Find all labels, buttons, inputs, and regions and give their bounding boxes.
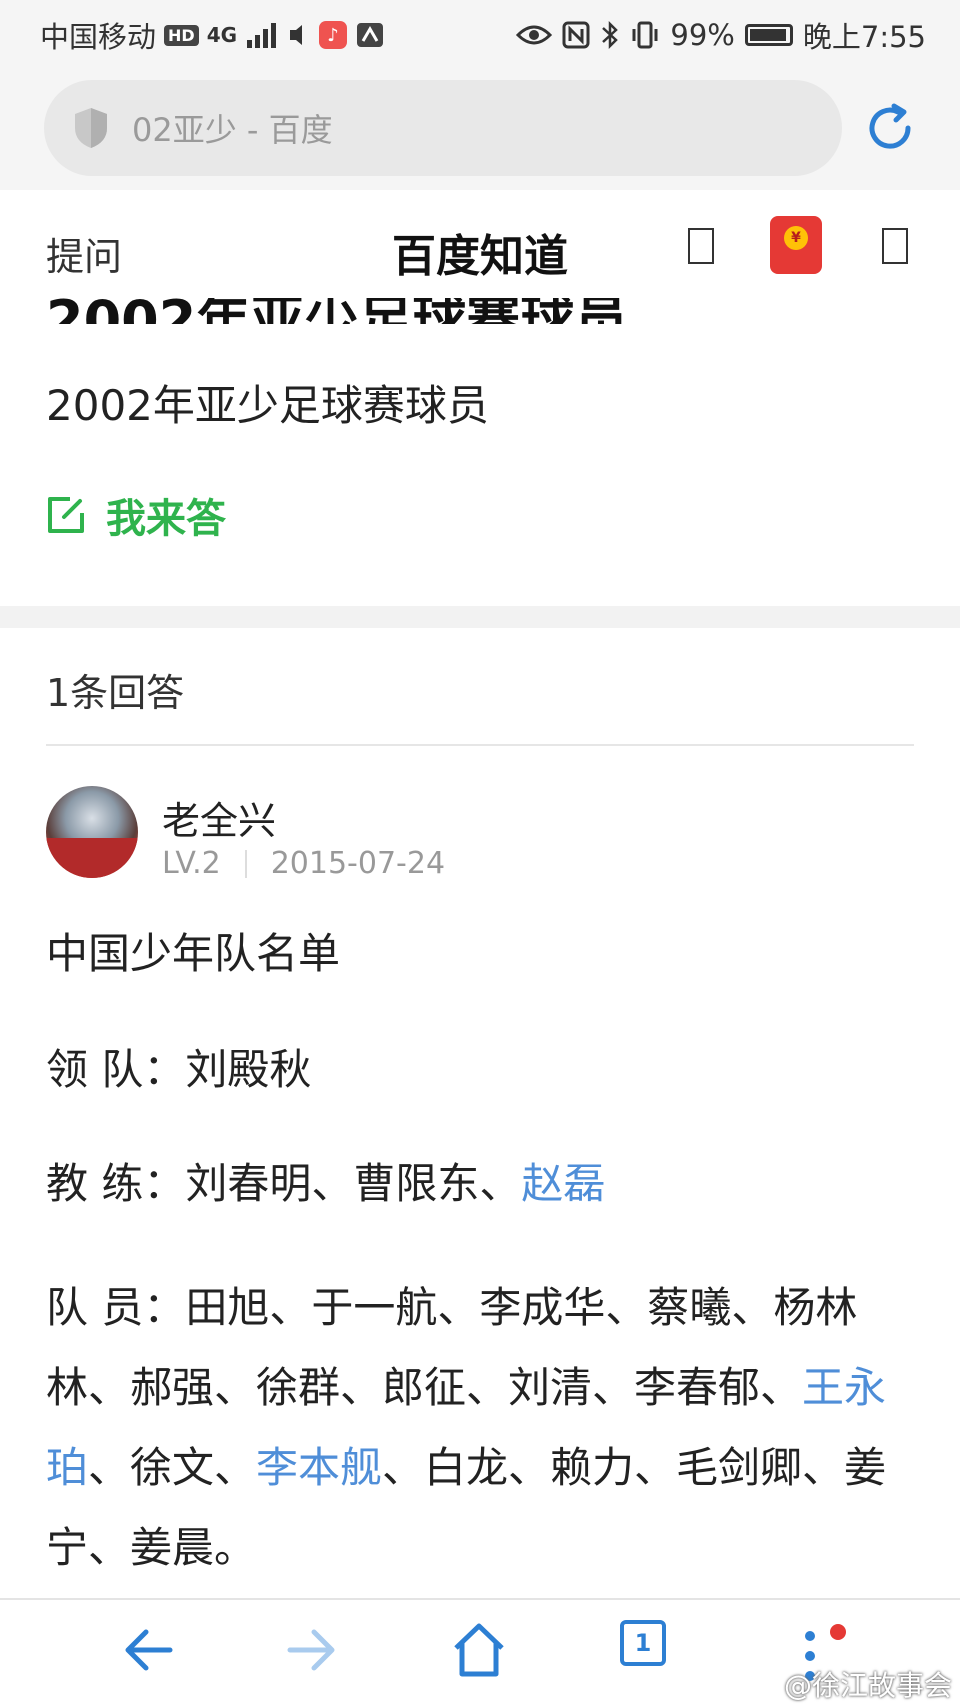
- divider: [46, 744, 914, 746]
- tabs-button[interactable]: 1: [620, 1620, 666, 1666]
- signal-icon: [247, 23, 277, 48]
- meta-divider: [244, 849, 247, 878]
- back-arrow-icon[interactable]: [120, 1622, 176, 1678]
- answer-heading: 中国少年队名单: [46, 929, 341, 978]
- red-packet-icon[interactable]: ¥: [770, 216, 822, 274]
- avatar[interactable]: [46, 786, 138, 878]
- players-text-b: 、徐文、: [88, 1443, 257, 1492]
- watermark: @徐江故事会: [783, 1669, 952, 1702]
- url-text[interactable]: 02亚少 - 百度: [132, 105, 333, 151]
- battery-icon: [744, 24, 793, 46]
- answer-username[interactable]: 老全兴: [162, 790, 276, 845]
- coach-link[interactable]: 赵磊: [521, 1159, 605, 1208]
- answer-button-label: 我来答: [106, 496, 226, 542]
- player-link-2[interactable]: 李本舰: [256, 1443, 382, 1492]
- shield-icon: [75, 108, 107, 148]
- section-separator: [0, 606, 960, 628]
- status-right: 99% 晚上7:55: [516, 14, 926, 56]
- answer-count: 1条回答: [46, 671, 185, 715]
- refresh-icon[interactable]: [864, 102, 916, 154]
- status-left: 中国移动 HD 4G ♪: [40, 14, 385, 56]
- sound-wave-icon: [290, 25, 303, 45]
- nfc-icon: [562, 21, 590, 49]
- clock: 晚上7:55: [802, 20, 926, 54]
- vibrate-icon: [632, 21, 658, 49]
- answer-meta: LV.2 2015-07-24: [162, 846, 445, 881]
- red-packet-coin: ¥: [784, 226, 808, 250]
- question-text: 2002年亚少足球赛球员: [46, 381, 489, 430]
- players-text-a: 队 员：田旭、于一航、李成华、蔡曦、杨林林、郝强、徐群、郎征、刘清、李春郁、: [46, 1283, 858, 1412]
- notification-dot: [830, 1624, 846, 1640]
- huawei-icon: [357, 23, 384, 47]
- network-label: 4G: [206, 23, 238, 47]
- carrier-label: 中国移动: [40, 20, 157, 54]
- forward-arrow-icon[interactable]: [284, 1622, 340, 1678]
- music-app-icon: ♪: [319, 21, 348, 49]
- edit-icon: [48, 497, 84, 533]
- tab-count: 1: [634, 1629, 652, 1657]
- eye-icon: [516, 25, 553, 45]
- zhidao-nav: 提问 百度知道 ¥: [0, 190, 960, 300]
- browser-bar: 02亚少 - 百度: [0, 66, 960, 190]
- user-icon[interactable]: [686, 226, 716, 266]
- home-icon[interactable]: [450, 1622, 508, 1678]
- status-bar: 中国移动 HD 4G ♪ 99% 晚上7:55: [0, 0, 960, 66]
- url-box[interactable]: 02亚少 - 百度: [44, 80, 842, 176]
- hd-badge: HD: [164, 24, 199, 46]
- answer-players: 队 员：田旭、于一航、李成华、蔡曦、杨林林、郝强、徐群、郎征、刘清、李春郁、王永…: [46, 1268, 916, 1588]
- answer-button[interactable]: 我来答: [46, 486, 226, 544]
- answer-date: 2015-07-24: [270, 846, 446, 881]
- battery-percent: 99%: [670, 18, 735, 52]
- menu-icon[interactable]: [880, 226, 910, 266]
- coach-names: 教 练：刘春明、曹限东、: [46, 1159, 522, 1208]
- answer-leader: 领 队：刘殿秋: [46, 1045, 312, 1094]
- answer-coaches: 教 练：刘春明、曹限东、赵磊: [46, 1150, 605, 1211]
- user-level: LV.2: [162, 846, 221, 881]
- bluetooth-icon: [602, 20, 619, 50]
